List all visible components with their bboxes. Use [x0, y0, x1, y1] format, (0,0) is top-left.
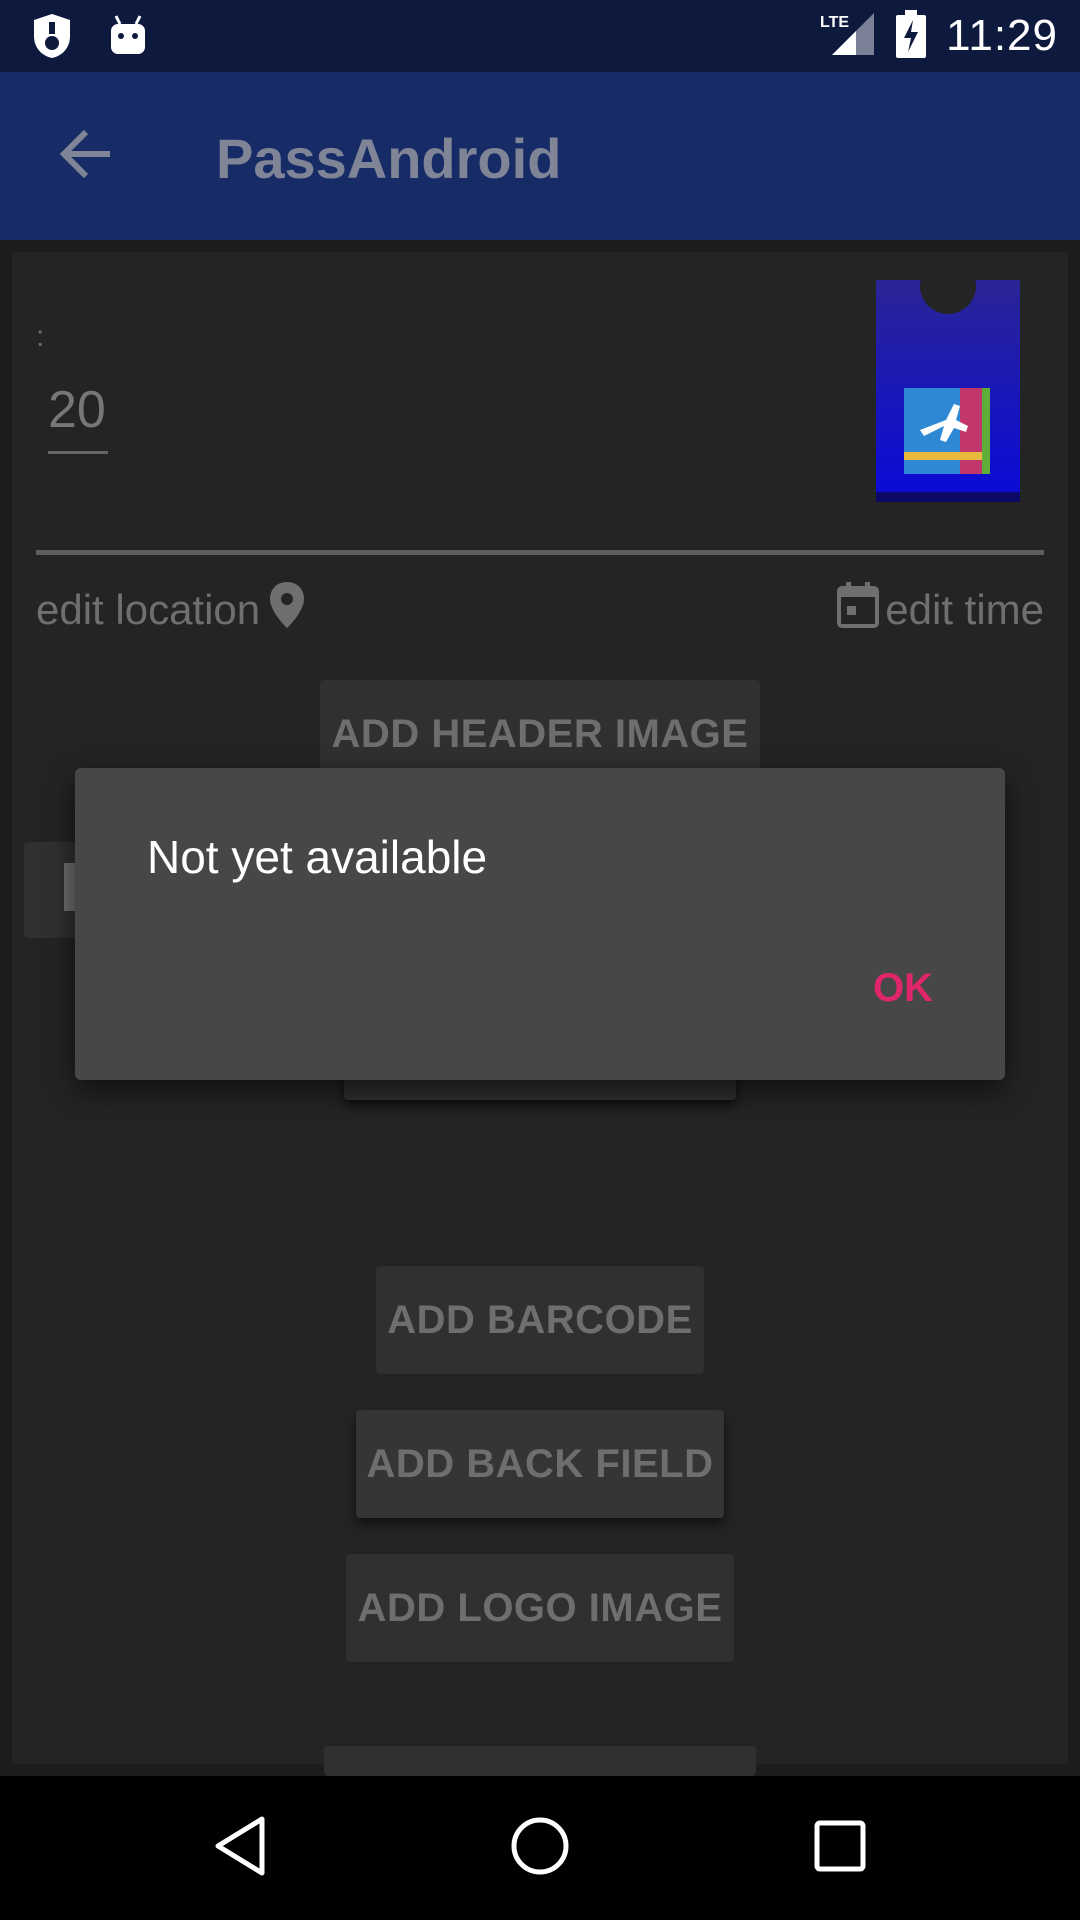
square-recents-icon: [812, 1818, 868, 1879]
status-bar: LTE 11:29: [0, 0, 1080, 72]
nav-recents-button[interactable]: [804, 1812, 876, 1884]
svg-text:LTE: LTE: [820, 14, 849, 31]
arrow-back-icon: [58, 126, 114, 187]
ok-button[interactable]: OK: [873, 966, 933, 1011]
status-time: 11:29: [946, 11, 1058, 60]
app-title: PassAndroid: [216, 127, 562, 190]
dialog-message: Not yet available: [147, 831, 488, 883]
nav-back-button[interactable]: [204, 1812, 276, 1884]
circle-home-icon: [509, 1815, 571, 1882]
app-bar: PassAndroid: [0, 72, 1080, 240]
android-icon: [108, 14, 148, 63]
shield-icon: [30, 12, 74, 65]
nav-home-button[interactable]: [504, 1812, 576, 1884]
triangle-back-icon: [212, 1815, 268, 1882]
back-button[interactable]: [50, 120, 122, 192]
lte-signal-icon: LTE: [820, 11, 876, 62]
screen: LTE 11:29 PassAndroid: 20 edit location…: [0, 0, 1080, 1920]
battery-charging-icon: [896, 9, 927, 63]
navigation-bar: [0, 1776, 1080, 1920]
alert-dialog: Not yet available OK: [75, 768, 1005, 1080]
